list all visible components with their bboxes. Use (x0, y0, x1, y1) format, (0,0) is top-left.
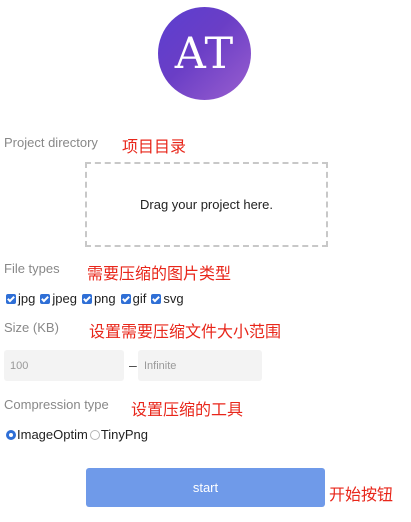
project-dropzone[interactable]: Drag your project here. (85, 162, 328, 247)
size-label: Size (KB) (4, 320, 59, 335)
checkbox-checked-icon[interactable] (151, 293, 162, 304)
project-directory-label: Project directory (4, 135, 98, 150)
compression-type-note: 设置压缩的工具 (131, 400, 244, 419)
start-button[interactable]: start (86, 468, 325, 507)
compression-type-group: ImageOptim TinyPng (6, 427, 150, 442)
file-types-label: File types (4, 261, 60, 276)
filetype-gif-label: gif (132, 291, 147, 306)
size-separator: – (129, 357, 137, 373)
app-logo: AT (158, 7, 251, 100)
checkbox-checked-icon[interactable] (6, 293, 16, 304)
radio-imageoptim-label: ImageOptim (17, 427, 88, 442)
radio-selected-icon[interactable] (6, 429, 16, 440)
project-directory-note: 项目目录 (122, 137, 187, 156)
filetype-jpeg-label: jpeg (52, 291, 77, 306)
filetype-gif[interactable]: gif (120, 291, 147, 306)
size-note: 设置需要压缩文件大小范围 (89, 322, 282, 341)
compression-type-label: Compression type (4, 397, 109, 412)
radio-unselected-icon[interactable] (89, 429, 100, 440)
start-button-label: start (192, 480, 219, 495)
filetype-jpg-label: jpg (18, 291, 36, 306)
checkbox-checked-icon[interactable] (40, 293, 51, 304)
checkbox-checked-icon[interactable] (81, 293, 92, 304)
filetype-svg-label: svg (163, 291, 184, 306)
size-min-input[interactable]: 100 (4, 350, 124, 381)
radio-imageoptim[interactable]: ImageOptim (6, 427, 88, 442)
filetype-jpg[interactable]: jpg (6, 291, 35, 306)
dropzone-text: Drag your project here. (140, 197, 273, 212)
checkbox-checked-icon[interactable] (120, 293, 131, 304)
file-types-group: jpg jpeg png gif svg (6, 291, 189, 306)
size-max-placeholder: Infinite (144, 359, 177, 372)
filetype-png[interactable]: png (81, 291, 116, 306)
file-types-note: 需要压缩的图片类型 (87, 264, 232, 283)
radio-tinypng-label: TinyPng (100, 427, 149, 442)
filetype-jpeg[interactable]: jpeg (40, 291, 77, 306)
radio-tinypng[interactable]: TinyPng (89, 427, 149, 442)
filetype-svg[interactable]: svg (151, 291, 184, 306)
size-max-input[interactable]: Infinite (138, 350, 262, 381)
logo-text: AT (174, 28, 235, 79)
filetype-png-label: png (93, 291, 116, 306)
size-min-value: 100 (10, 359, 29, 372)
start-note: 开始按钮 (329, 485, 394, 504)
